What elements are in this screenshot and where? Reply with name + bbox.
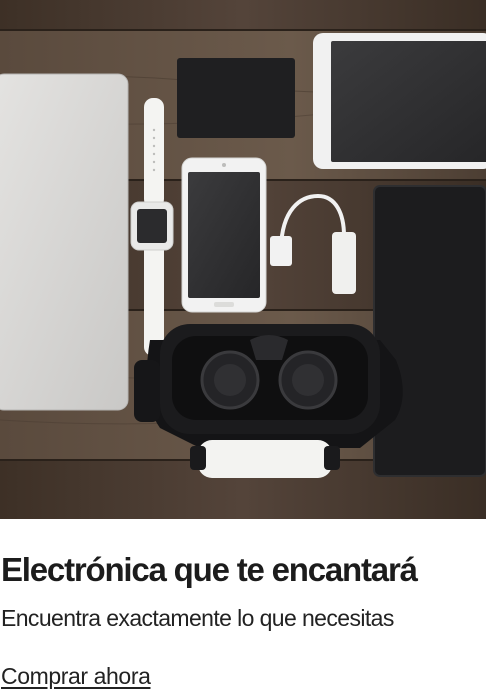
device-case-icon	[374, 186, 486, 476]
promo-card: Electrónica que te encantará Encuentra e…	[0, 0, 486, 693]
promo-subtitle: Encuentra exactamente lo que necesitas	[1, 605, 394, 631]
electronics-illustration	[0, 0, 486, 519]
promo-title: Electrónica que te encantará	[1, 551, 418, 588]
hero-image[interactable]	[0, 0, 486, 519]
notebook-icon	[177, 58, 295, 138]
shop-now-link[interactable]: Comprar ahora	[1, 663, 151, 690]
laptop-icon	[0, 74, 128, 410]
